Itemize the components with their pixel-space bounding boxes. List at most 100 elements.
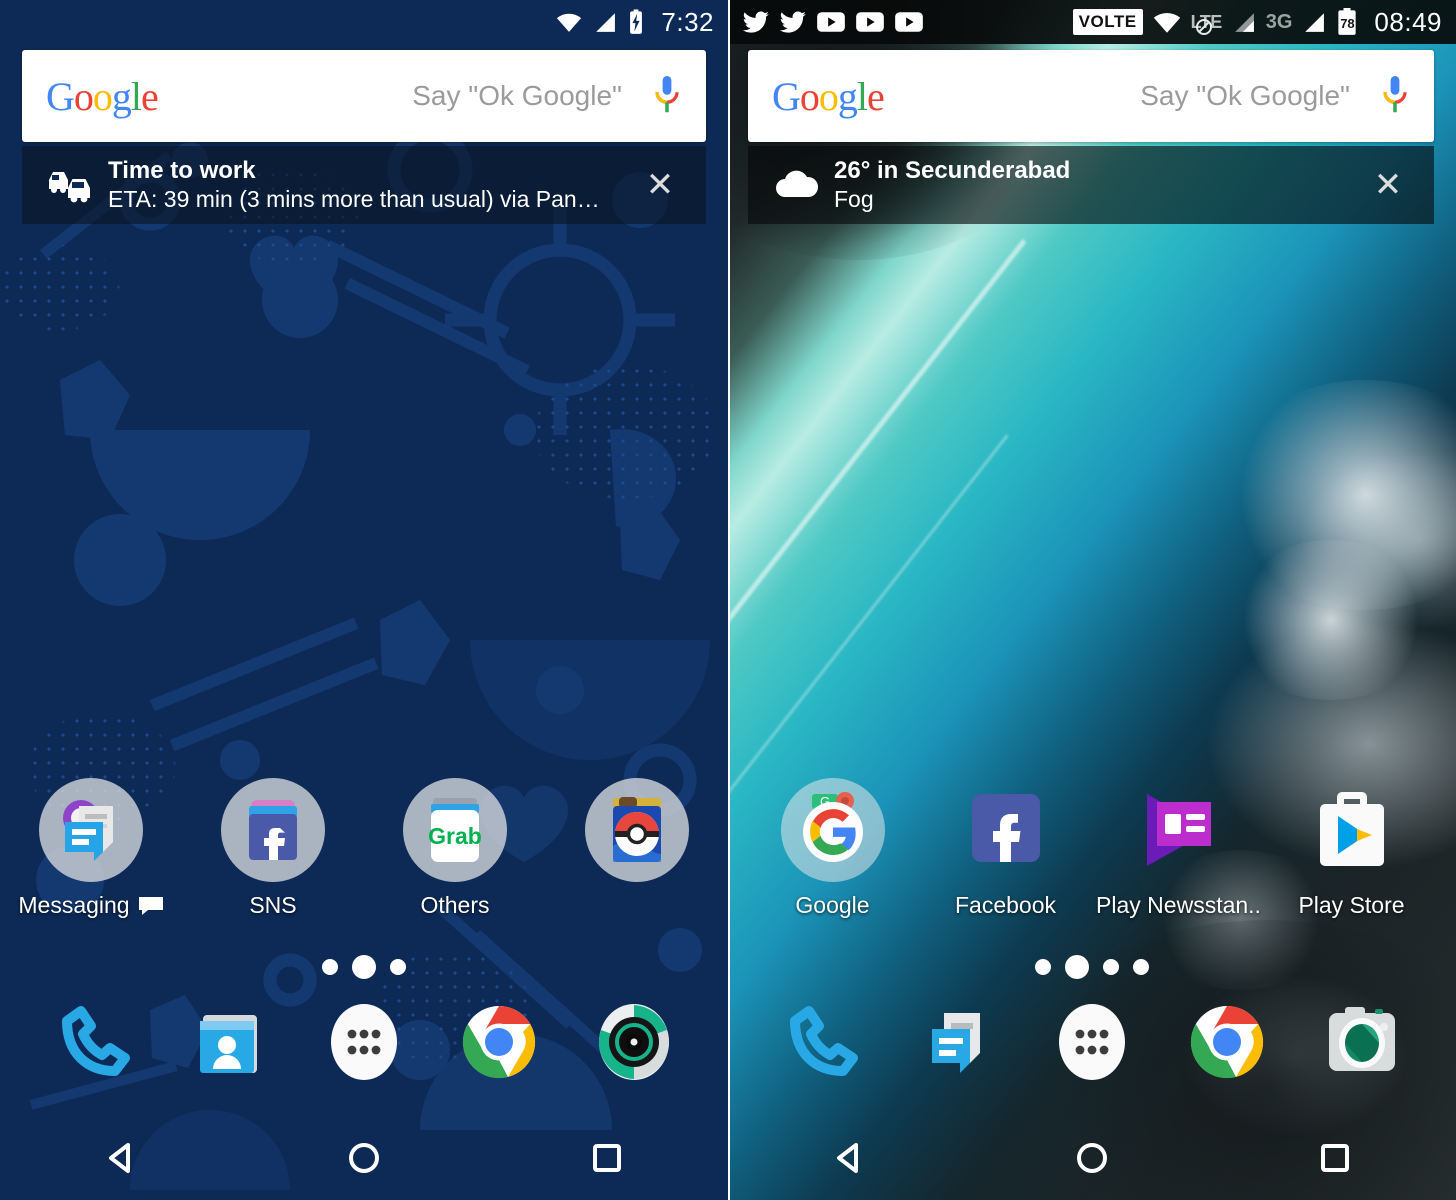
panel-divider — [728, 0, 730, 1200]
google-logo-letter: o — [73, 73, 94, 119]
right-notification-text: 26° in Secunderabad Fog — [828, 156, 1360, 214]
dock-item-messages[interactable] — [889, 992, 1024, 1092]
left-page-indicator[interactable] — [0, 955, 728, 979]
wifi-icon — [557, 13, 582, 32]
google-logo-letter: g — [837, 73, 858, 119]
left-notification-title: Time to work — [108, 156, 256, 184]
app-item-pokemon-go[interactable] — [546, 778, 728, 919]
right-notification-card[interactable]: 26° in Secunderabad Fog ✕ — [748, 146, 1434, 224]
close-icon[interactable]: ✕ — [632, 165, 688, 205]
right-navigation-bar — [728, 1116, 1456, 1200]
traffic-cars-icon — [40, 166, 102, 204]
app-label-play-store: Play Store — [1298, 892, 1404, 919]
pokemon-go-folder-icon[interactable] — [585, 778, 689, 882]
app-item-others[interactable]: Grab Others — [364, 778, 546, 919]
back-icon[interactable] — [829, 1138, 869, 1178]
dock-item-camera[interactable] — [567, 992, 702, 1092]
page-dot[interactable] — [390, 959, 406, 975]
page-dot[interactable] — [1035, 959, 1051, 975]
app-item-play-newsstand[interactable]: Play Newsstan.. — [1092, 778, 1265, 919]
close-icon[interactable]: ✕ — [1360, 165, 1416, 205]
app-label-text: Google — [795, 892, 870, 918]
google-logo: G o o g l e — [772, 73, 885, 120]
dock-item-app-drawer[interactable] — [1024, 992, 1159, 1092]
home-icon[interactable] — [1072, 1138, 1112, 1178]
recents-icon[interactable] — [1315, 1138, 1355, 1178]
camera-icon[interactable] — [1314, 994, 1410, 1090]
right-notification-subtitle: Fog — [834, 186, 874, 213]
wallpaper-cloud — [1226, 540, 1436, 700]
camera-icon[interactable] — [586, 994, 682, 1090]
left-google-search-bar[interactable]: G o o g l e Say "Ok Google" — [22, 50, 706, 142]
app-label-google: Google — [795, 892, 869, 919]
recents-icon[interactable] — [587, 1138, 627, 1178]
app-item-messaging[interactable]: Messaging — [0, 778, 182, 919]
dock-item-app-drawer[interactable] — [296, 992, 431, 1092]
app-label-play-newsstand: Play Newsstan.. — [1096, 892, 1261, 919]
right-status-icons: VOLTE LTE 3G 78 08:49 — [1072, 7, 1442, 38]
page-dot[interactable] — [1103, 959, 1119, 975]
google-logo-letter: G — [46, 73, 75, 119]
dock-item-chrome[interactable] — [1160, 992, 1295, 1092]
chrome-icon[interactable] — [1179, 994, 1275, 1090]
app-item-google[interactable]: G Google — [746, 778, 919, 919]
right-search-placeholder[interactable]: Say "Ok Google" — [884, 80, 1380, 112]
google-folder-icon[interactable]: G — [780, 778, 885, 882]
page-dot-active[interactable] — [352, 955, 376, 979]
app-drawer-icon[interactable] — [1044, 994, 1140, 1090]
facebook-folder-icon[interactable] — [221, 778, 325, 882]
left-notification-card[interactable]: Time to work ETA: 39 min (3 mins more th… — [22, 146, 706, 224]
wifi-icon — [1153, 12, 1180, 33]
left-status-time: 7:32 — [661, 6, 714, 37]
grab-folder-icon[interactable]: Grab — [403, 778, 507, 882]
dock-item-phone[interactable] — [754, 992, 889, 1092]
right-app-row: G Google Facebook Play Newsstan.. Play S… — [728, 778, 1456, 919]
google-logo-letter: g — [111, 73, 132, 119]
nav-back-button[interactable] — [0, 1116, 243, 1200]
microphone-icon[interactable] — [1380, 74, 1410, 118]
nav-home-button[interactable] — [971, 1116, 1214, 1200]
dock-item-phone[interactable] — [26, 992, 161, 1092]
dock-item-contacts[interactable] — [161, 992, 296, 1092]
nav-home-button[interactable] — [243, 1116, 486, 1200]
dock-item-chrome[interactable] — [432, 992, 567, 1092]
facebook-icon[interactable] — [954, 778, 1058, 882]
chrome-icon[interactable] — [451, 994, 547, 1090]
app-label-text: Play Newsstan.. — [1096, 892, 1261, 918]
right-google-search-bar[interactable]: G o o g l e Say "Ok Google" — [748, 50, 1434, 142]
app-label-text: SNS — [249, 892, 297, 918]
back-icon[interactable] — [101, 1138, 141, 1178]
contacts-icon[interactable] — [181, 994, 277, 1090]
nav-back-button[interactable] — [728, 1116, 971, 1200]
youtube-icon — [817, 12, 845, 32]
app-label-text: Play Store — [1298, 892, 1405, 918]
messages-icon[interactable] — [909, 994, 1005, 1090]
signal-icon — [1234, 13, 1254, 32]
microphone-icon[interactable] — [652, 74, 682, 118]
messaging-folder-icon[interactable] — [39, 778, 143, 882]
nav-recents-button[interactable] — [1213, 1116, 1456, 1200]
app-item-facebook[interactable]: Facebook — [919, 778, 1092, 919]
play-newsstand-icon[interactable] — [1127, 778, 1231, 882]
page-dot[interactable] — [322, 959, 338, 975]
app-item-sns[interactable]: SNS — [182, 778, 364, 919]
page-dot-active[interactable] — [1065, 955, 1089, 979]
app-item-play-store[interactable]: Play Store — [1265, 778, 1438, 919]
play-store-icon[interactable] — [1300, 778, 1404, 882]
google-logo-letter: o — [818, 73, 839, 119]
left-status-bar: 7:32 — [0, 0, 728, 44]
battery-level-label: 78 — [1340, 16, 1355, 31]
google-logo-letter: o — [92, 73, 113, 119]
wallpaper-shoreline — [728, 239, 1027, 841]
dock-item-camera[interactable] — [1295, 992, 1430, 1092]
app-label-text: Others — [420, 892, 490, 918]
google-logo-letter: l — [856, 73, 868, 119]
app-drawer-icon[interactable] — [316, 994, 412, 1090]
phone-icon[interactable] — [774, 994, 870, 1090]
left-search-placeholder[interactable]: Say "Ok Google" — [158, 80, 652, 112]
right-page-indicator[interactable] — [728, 955, 1456, 979]
nav-recents-button[interactable] — [485, 1116, 728, 1200]
page-dot[interactable] — [1133, 959, 1149, 975]
home-icon[interactable] — [344, 1138, 384, 1178]
phone-icon[interactable] — [46, 994, 142, 1090]
